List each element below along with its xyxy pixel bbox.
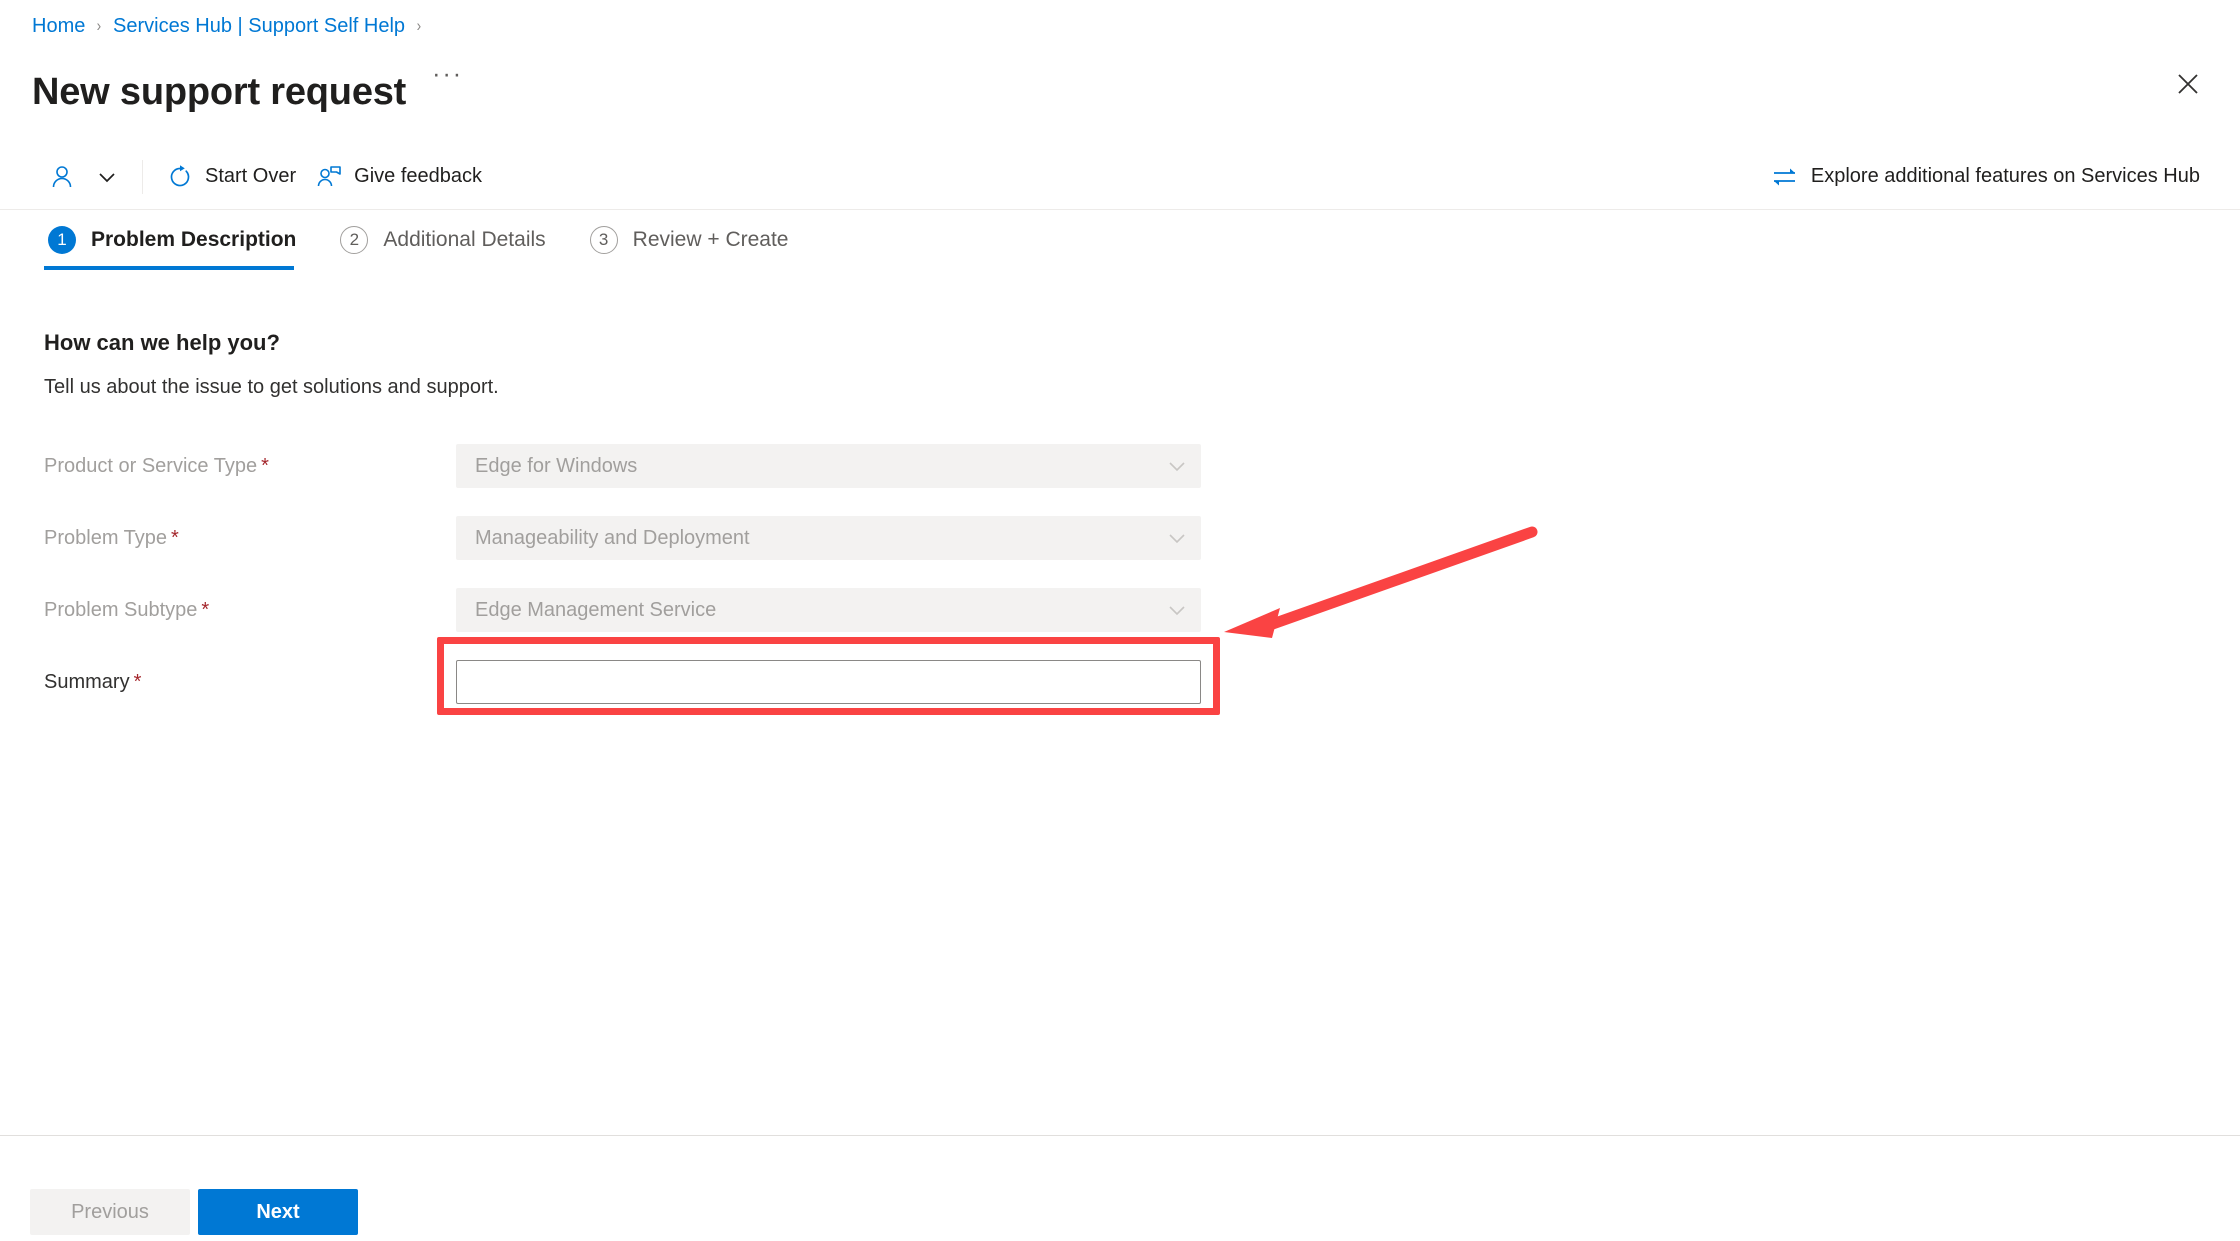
problem-subtype-dropdown[interactable]: Edge Management Service: [456, 588, 1201, 632]
label-text: Summary: [44, 670, 130, 693]
problem-type-dropdown[interactable]: Manageability and Deployment: [456, 516, 1201, 560]
form-row-problem-subtype: Problem Subtype * Edge Management Service: [44, 574, 1804, 646]
chevron-down-icon: [1166, 599, 1188, 621]
give-feedback-button[interactable]: Give feedback: [306, 154, 492, 200]
command-bar-left-group: Start Over Give feedback: [0, 154, 492, 200]
step-label: Problem Description: [91, 228, 297, 251]
step-review-create[interactable]: 3 Review + Create: [586, 226, 793, 270]
breadcrumb: Home › Services Hub | Support Self Help …: [32, 12, 433, 40]
wizard-steps: 1 Problem Description 2 Additional Detai…: [44, 226, 828, 270]
form-row-problem-type: Problem Type * Manageability and Deployme…: [44, 502, 1804, 574]
explore-services-hub-label: Explore additional features on Services …: [1810, 165, 2200, 187]
breadcrumb-separator-icon: ›: [416, 16, 422, 35]
page-title: New support request: [32, 71, 407, 114]
section-subtext: Tell us about the issue to get solutions…: [44, 376, 499, 398]
product-or-service-type-value: Edge for Windows: [475, 454, 638, 477]
problem-subtype-label: Problem Subtype *: [44, 599, 456, 622]
required-asterisk: *: [201, 598, 210, 621]
step-number-badge: 1: [48, 226, 76, 254]
chevron-down-icon: [1166, 527, 1188, 549]
form-row-summary: Summary *: [44, 646, 1804, 718]
breadcrumb-item-home[interactable]: Home: [32, 12, 85, 40]
step-number-badge: 2: [340, 226, 369, 254]
step-additional-details[interactable]: 2 Additional Details: [336, 226, 549, 270]
footer-actions: Previous Next: [30, 1189, 358, 1235]
problem-description-form: Product or Service Type * Edge for Window…: [44, 430, 1804, 718]
chevron-down-icon: [96, 166, 118, 188]
footer-divider: [0, 1135, 2240, 1136]
step-label: Review + Create: [632, 228, 789, 251]
step-label: Additional Details: [383, 228, 546, 251]
step-problem-description[interactable]: 1 Problem Description: [44, 226, 300, 270]
product-or-service-type-dropdown[interactable]: Edge for Windows: [456, 444, 1201, 488]
required-asterisk: *: [171, 526, 179, 549]
problem-type-value: Manageability and Deployment: [475, 526, 750, 549]
account-selector[interactable]: [38, 154, 86, 200]
give-feedback-label: Give feedback: [354, 165, 482, 187]
form-row-product-or-service-type: Product or Service Type * Edge for Window…: [44, 430, 1804, 502]
breadcrumb-item-services-hub[interactable]: Services Hub | Support Self Help: [113, 12, 405, 40]
summary-label: Summary *: [44, 671, 456, 694]
title-row: New support request ···: [32, 46, 463, 140]
person-icon: [48, 163, 76, 191]
explore-services-hub-link[interactable]: Explore additional features on Services …: [1761, 154, 2210, 200]
command-bar-divider: [142, 159, 143, 194]
chevron-down-icon: [1166, 455, 1188, 477]
label-text: Product or Service Type: [44, 454, 258, 477]
next-button[interactable]: Next: [198, 1189, 358, 1235]
start-over-button[interactable]: Start Over: [157, 154, 306, 200]
product-or-service-type-label: Product or Service Type *: [44, 455, 456, 478]
required-asterisk: *: [261, 454, 269, 477]
previous-button[interactable]: Previous: [30, 1189, 190, 1235]
summary-input[interactable]: [456, 660, 1201, 704]
swap-arrows-icon: [1771, 165, 1799, 189]
account-dropdown-toggle[interactable]: [86, 154, 128, 200]
problem-subtype-value: Edge Management Service: [475, 598, 717, 621]
feedback-person-icon: [316, 164, 342, 190]
step-number-badge: 3: [589, 226, 618, 254]
breadcrumb-separator-icon: ›: [96, 16, 102, 35]
command-bar-right-group: Explore additional features on Services …: [1761, 154, 2240, 200]
problem-type-label: Problem Type *: [44, 527, 456, 550]
new-support-request-page: Home › Services Hub | Support Self Help …: [0, 0, 2240, 1241]
more-options-ellipsis-icon[interactable]: ···: [432, 60, 463, 89]
close-icon[interactable]: [2162, 58, 2214, 110]
required-asterisk: *: [133, 670, 142, 693]
label-text: Problem Type: [44, 526, 168, 549]
section-heading: How can we help you?: [44, 330, 280, 355]
command-bar: Start Over Give feedback Explore additio…: [0, 144, 2240, 210]
refresh-icon: [167, 164, 193, 190]
label-text: Problem Subtype: [44, 598, 198, 621]
start-over-label: Start Over: [205, 165, 297, 187]
